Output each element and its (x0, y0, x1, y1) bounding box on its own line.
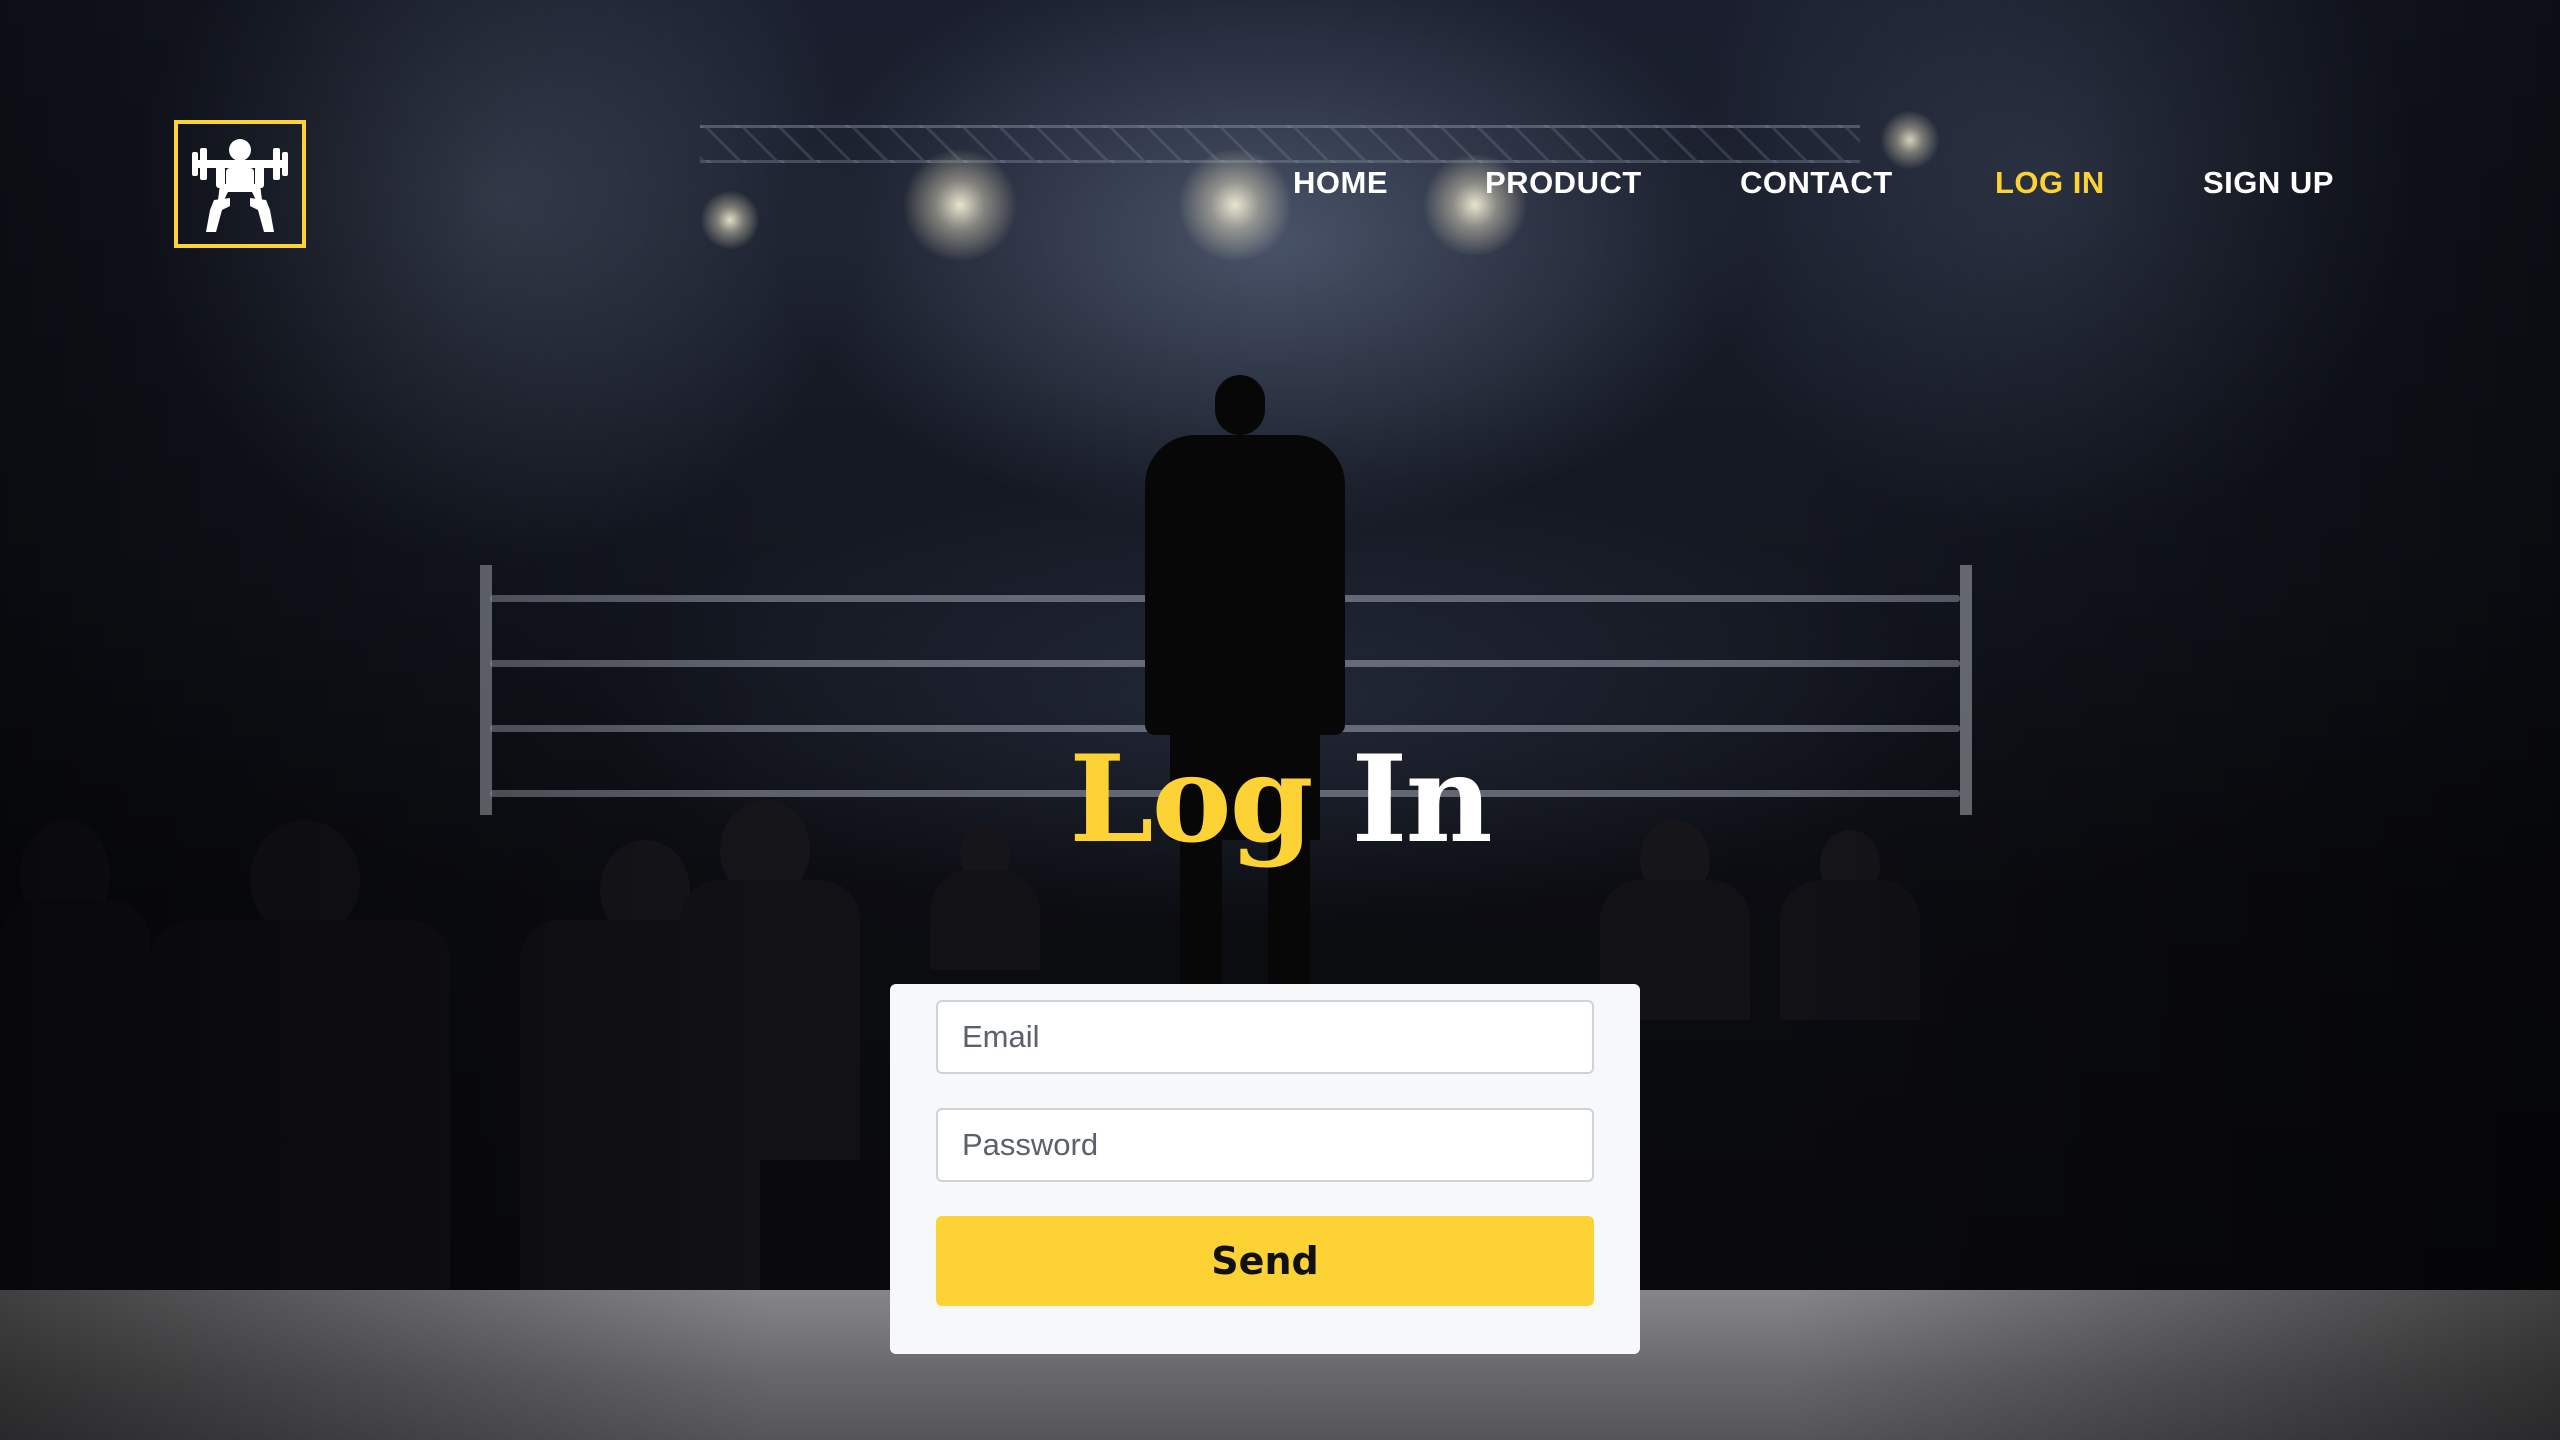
main-nav: HOME PRODUCT CONTACT LOG IN SIGN UP (0, 165, 2560, 205)
nav-product-link[interactable]: PRODUCT (1485, 165, 1642, 201)
nav-signup-link[interactable]: SIGN UP (2203, 165, 2334, 201)
email-field[interactable] (936, 1000, 1594, 1074)
nav-contact-link[interactable]: CONTACT (1740, 165, 1893, 201)
password-field[interactable] (936, 1108, 1594, 1182)
send-button[interactable]: Send (936, 1216, 1594, 1306)
page-title-word-in: In (1351, 729, 1492, 870)
nav-home-link[interactable]: HOME (1293, 165, 1388, 201)
nav-login-link[interactable]: LOG IN (1995, 165, 2105, 201)
page-title: Log In (0, 720, 2560, 880)
page-title-word-log: Log (1069, 729, 1313, 870)
login-form: Send (890, 984, 1640, 1354)
